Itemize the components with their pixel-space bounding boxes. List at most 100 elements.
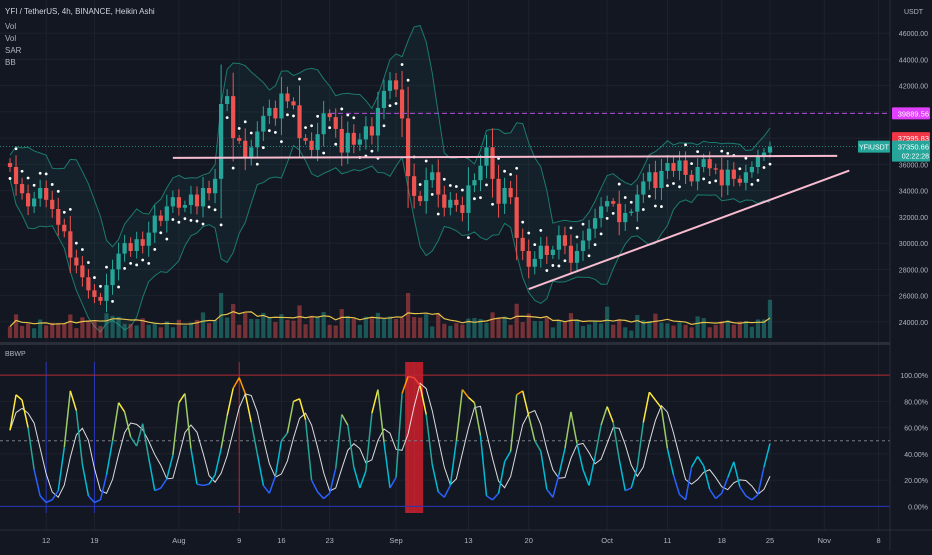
currency-label[interactable]: USDT bbox=[904, 9, 924, 16]
candle-body bbox=[86, 277, 91, 291]
candle-body bbox=[128, 243, 133, 251]
sar-dot bbox=[635, 226, 639, 230]
sar-dot bbox=[201, 222, 205, 226]
candle-body bbox=[532, 258, 537, 267]
chart-title: YFI / TetherUS, 4h, BINANCE, Heikin Ashi bbox=[5, 7, 155, 16]
price-axis-tick: 30000.00 bbox=[899, 241, 928, 248]
sar-dot bbox=[14, 147, 18, 151]
candle-body bbox=[635, 194, 640, 212]
indicator-label-sar[interactable]: SAR bbox=[5, 46, 22, 55]
volume-bar bbox=[586, 324, 592, 338]
time-axis-tick: 23 bbox=[326, 536, 334, 545]
volume-bar bbox=[454, 323, 459, 338]
volume-bar bbox=[176, 319, 181, 338]
sar-dot bbox=[762, 166, 766, 169]
volume-bar bbox=[393, 318, 399, 338]
bbwp-axis-tick: 40.00% bbox=[904, 452, 928, 459]
sar-dot bbox=[304, 126, 307, 130]
sar-dot bbox=[225, 116, 229, 120]
sar-dot bbox=[298, 77, 301, 81]
sar-dot bbox=[557, 264, 561, 268]
volume-bar bbox=[496, 317, 501, 338]
candle-body bbox=[719, 169, 724, 186]
candle-body bbox=[707, 159, 712, 169]
pane-separator[interactable] bbox=[0, 342, 890, 345]
candle-body bbox=[623, 212, 628, 223]
candle-body bbox=[580, 240, 586, 251]
time-axis-tick: 11 bbox=[664, 536, 672, 545]
sar-dot bbox=[702, 177, 706, 181]
candle-body bbox=[110, 269, 115, 286]
candle-body bbox=[225, 96, 230, 104]
volume-bar bbox=[526, 313, 531, 338]
candle-body bbox=[442, 194, 447, 208]
sar-dot bbox=[20, 169, 24, 173]
sar-dot bbox=[56, 189, 60, 193]
sar-dot bbox=[424, 159, 428, 163]
candle-body bbox=[454, 199, 459, 206]
candle-body bbox=[599, 206, 604, 219]
candle-body bbox=[92, 290, 97, 297]
candle-body bbox=[490, 147, 495, 179]
volume-bar bbox=[568, 313, 574, 338]
volume-bar bbox=[743, 321, 748, 338]
sar-dot bbox=[38, 171, 42, 175]
time-axis-tick: 18 bbox=[718, 536, 726, 545]
bbwp-axis-tick: 60.00% bbox=[904, 426, 928, 433]
candle-body bbox=[436, 172, 441, 195]
volume-bar bbox=[532, 321, 537, 338]
volume-bar bbox=[580, 325, 586, 338]
indicator-label-vol-2[interactable]: Vol bbox=[5, 34, 16, 43]
candle-body bbox=[212, 178, 218, 194]
volume-bar bbox=[695, 316, 700, 338]
candle-body bbox=[62, 224, 67, 232]
bbwp-axis-tick: 80.00% bbox=[904, 399, 928, 406]
indicator-label-vol-1[interactable]: Vol bbox=[5, 22, 16, 31]
volume-bar bbox=[502, 316, 507, 338]
trading-chart[interactable]: 46000.0044000.0042000.0040000.0038000.00… bbox=[0, 0, 932, 550]
sar-dot bbox=[714, 179, 718, 183]
bbwp-pane-title[interactable]: BBWP bbox=[5, 351, 26, 358]
sar-dot bbox=[147, 261, 151, 265]
candle-body bbox=[430, 172, 435, 181]
indicator-label-bb[interactable]: BB bbox=[5, 58, 16, 67]
sar-dot bbox=[503, 169, 507, 173]
candle-body bbox=[291, 101, 296, 106]
volume-bar bbox=[116, 316, 121, 338]
sar-dot bbox=[62, 210, 66, 214]
sar-dot bbox=[159, 231, 163, 235]
chart-stage: 46000.0044000.0042000.0040000.0038000.00… bbox=[0, 0, 932, 550]
volume-bar bbox=[200, 312, 206, 338]
sar-dot bbox=[213, 208, 217, 212]
volume-bar bbox=[749, 326, 755, 338]
sar-dot bbox=[563, 259, 567, 263]
candle-body bbox=[32, 198, 37, 207]
candle-body bbox=[568, 245, 574, 263]
candle-body bbox=[556, 235, 561, 250]
volume-bar bbox=[273, 322, 278, 338]
volume-bar bbox=[556, 320, 561, 338]
candle-body bbox=[514, 197, 519, 238]
price-tag-last: 37350.66 bbox=[898, 143, 929, 152]
volume-bar bbox=[375, 312, 381, 338]
sar-dot bbox=[135, 263, 139, 267]
volume-bar bbox=[38, 319, 43, 338]
sar-dot bbox=[533, 243, 537, 247]
sar-dot bbox=[93, 276, 96, 279]
sar-dot bbox=[641, 208, 645, 211]
sar-dot bbox=[32, 183, 36, 187]
candle-body bbox=[695, 167, 700, 182]
volume-bar bbox=[731, 324, 736, 338]
price-axis-tick: 32000.00 bbox=[899, 215, 928, 222]
volume-bar bbox=[707, 327, 712, 338]
volume-bar bbox=[436, 313, 441, 338]
time-axis-tick: Sep bbox=[389, 536, 402, 545]
candle-body bbox=[249, 147, 254, 158]
volume-bar bbox=[412, 317, 417, 338]
volume-bar bbox=[623, 327, 628, 338]
sar-dot bbox=[352, 116, 356, 120]
price-axis-tick: 34000.00 bbox=[899, 189, 928, 196]
price-tag-target: 39889.56 bbox=[898, 109, 929, 118]
candle-body bbox=[617, 203, 622, 223]
candle-body bbox=[731, 169, 736, 179]
